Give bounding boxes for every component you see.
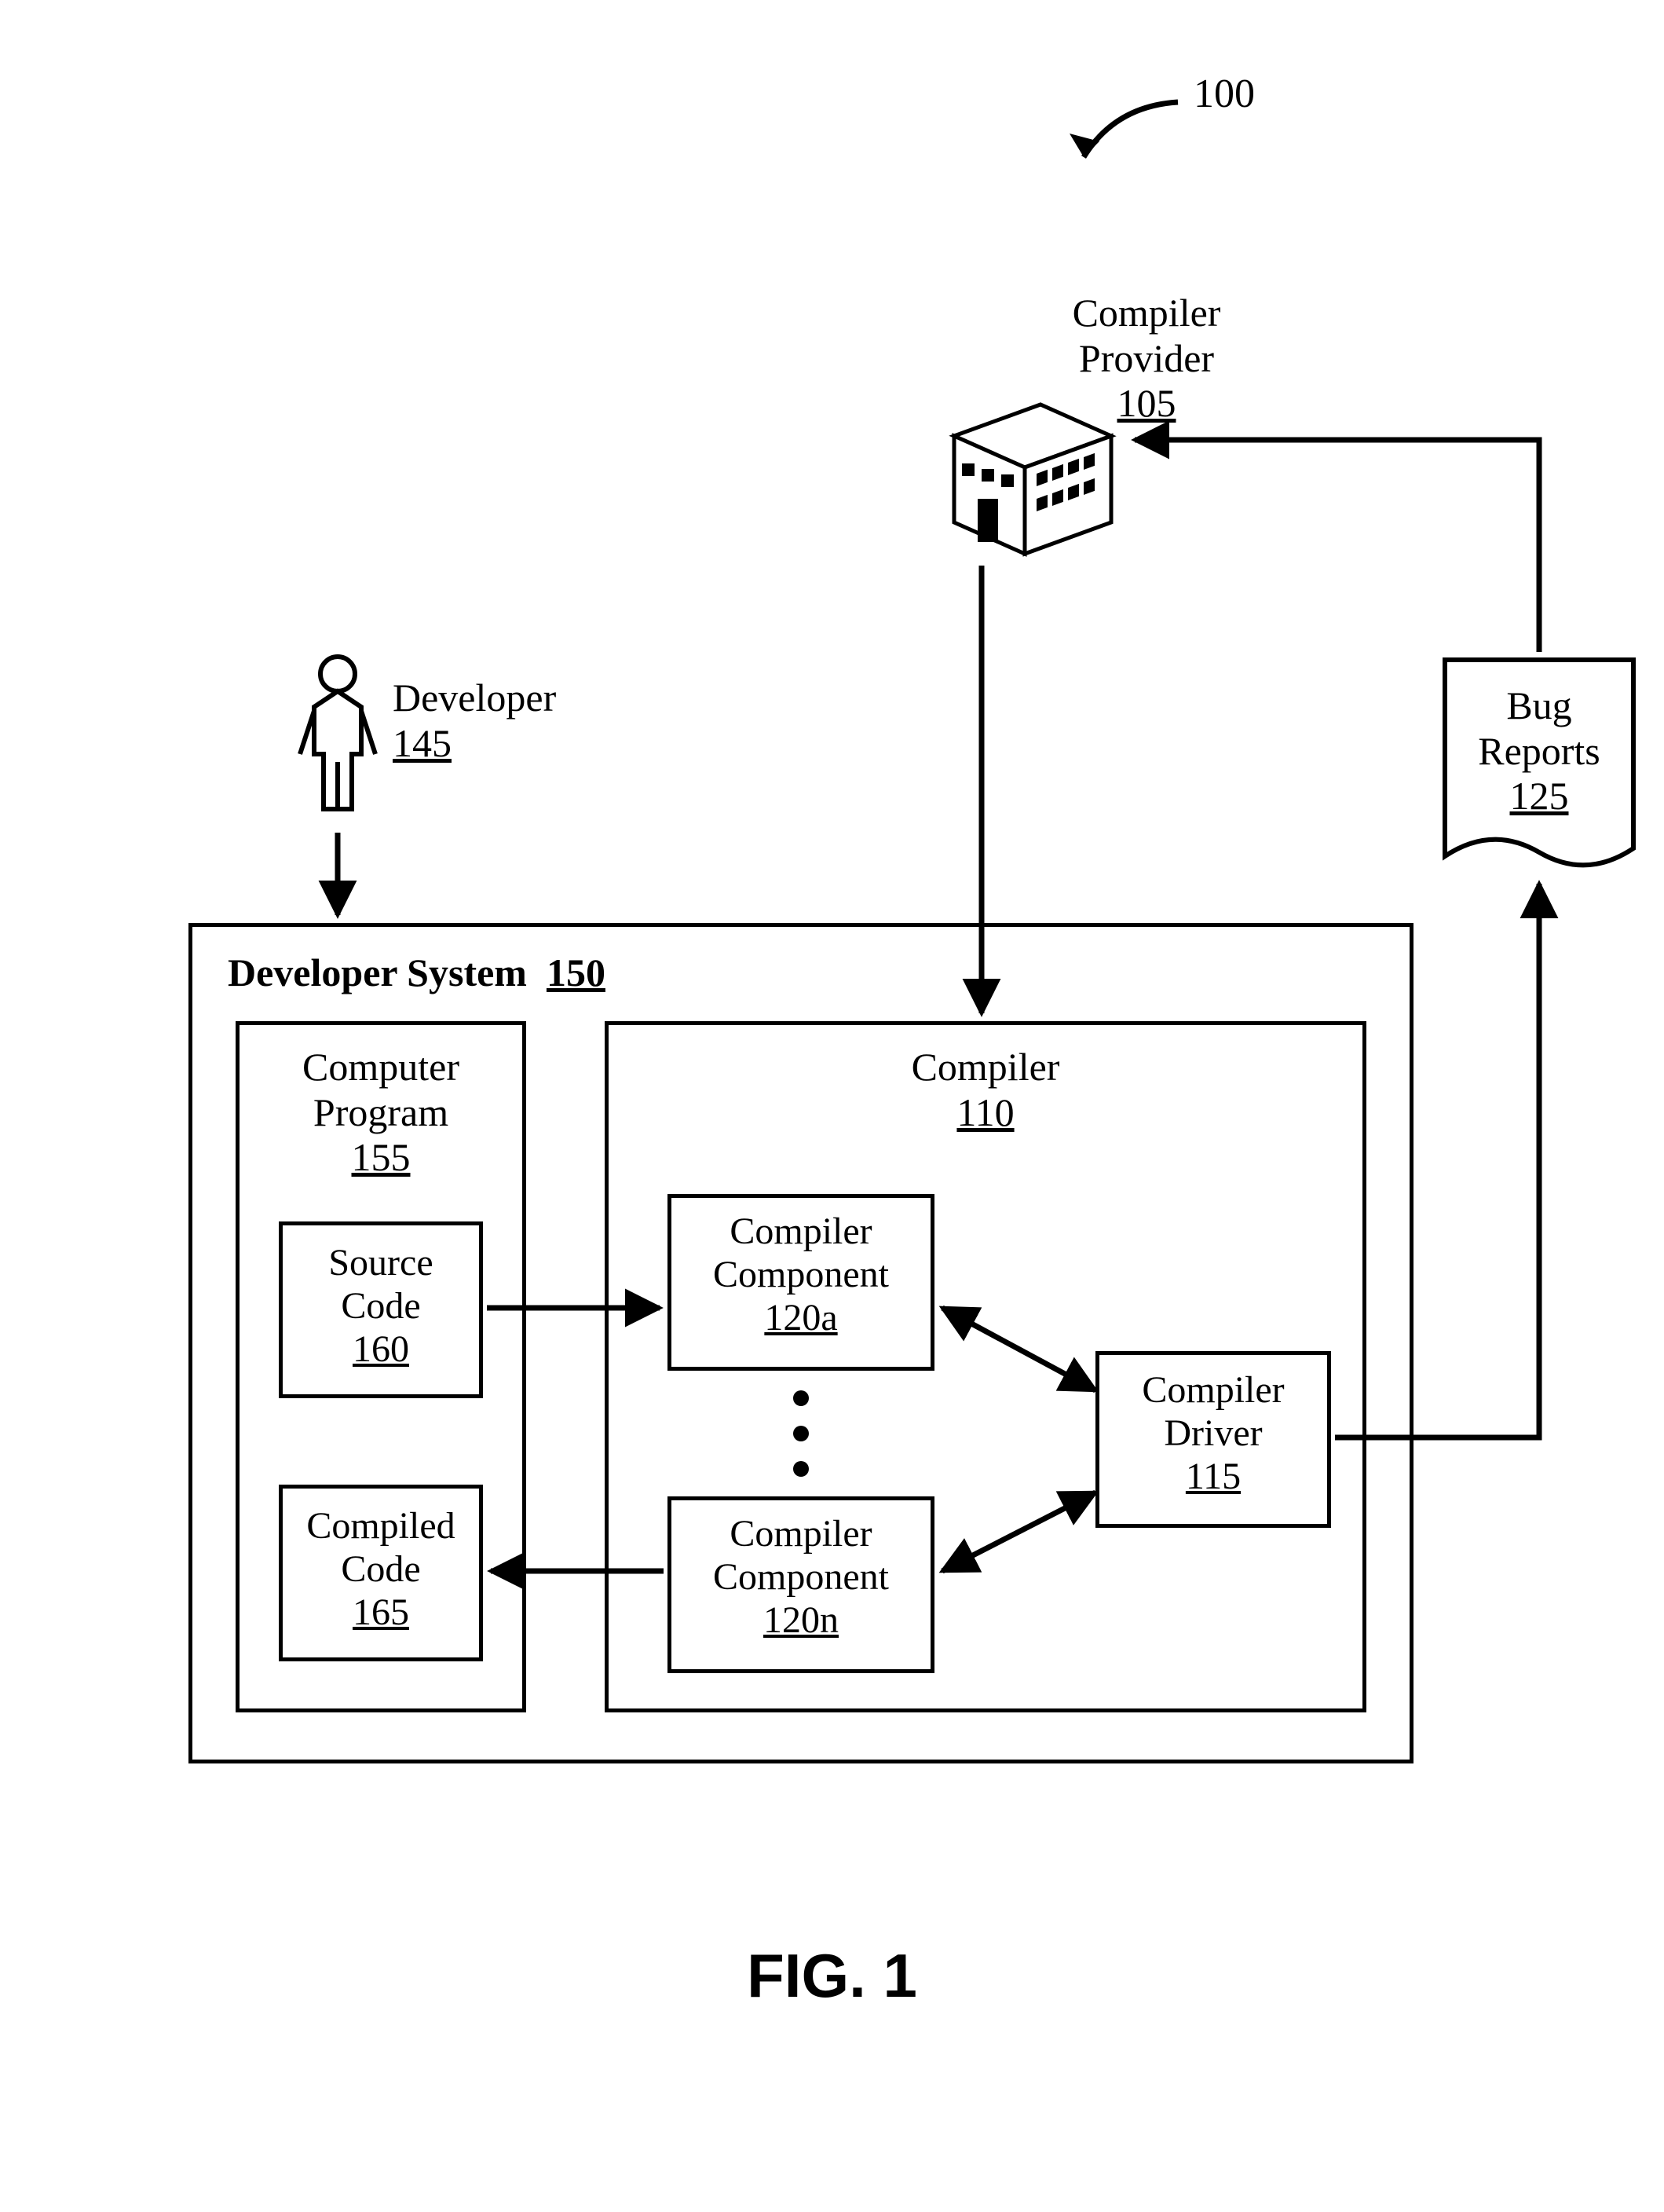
diagram-canvas: 100 Compiler Provider 105: [0, 0, 1664, 2212]
connectors: [0, 0, 1664, 2212]
figure-caption: FIG. 1: [0, 1940, 1664, 2012]
